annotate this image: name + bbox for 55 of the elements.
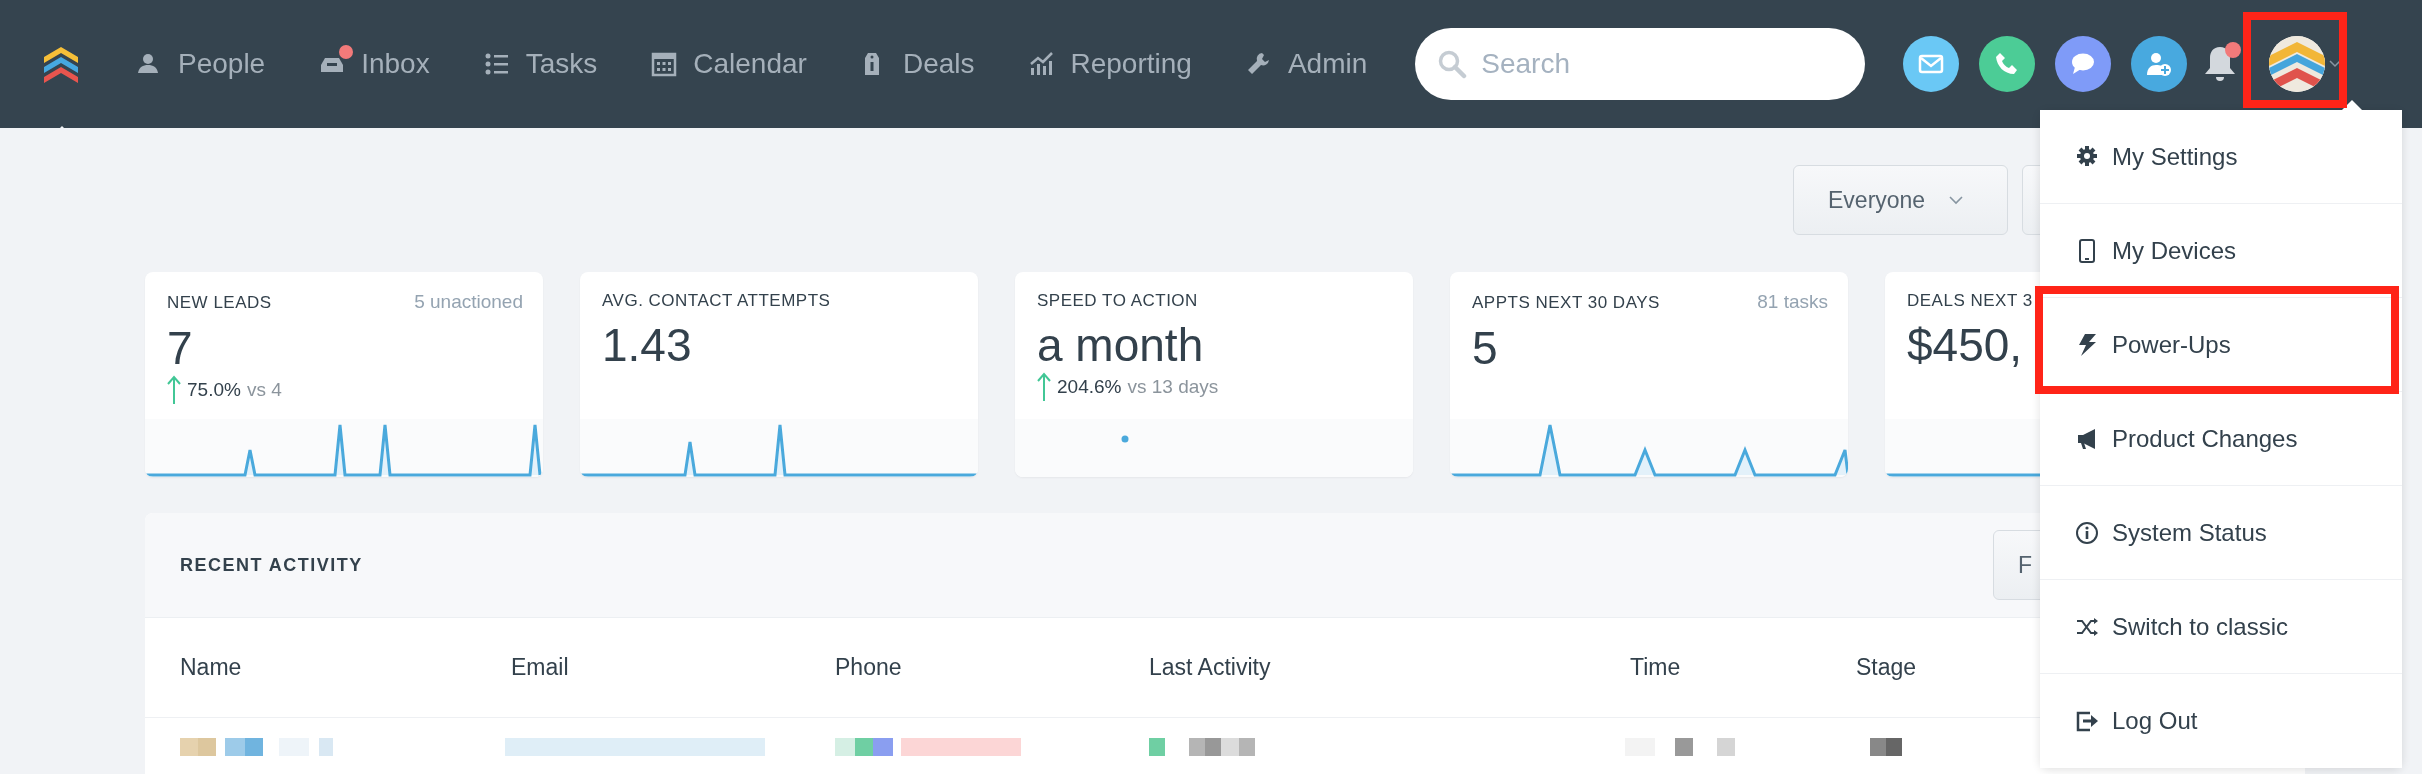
column-header: Stage (1856, 653, 1917, 683)
redacted-text (180, 738, 216, 756)
stat-value: 5 (1472, 322, 1498, 374)
stat-value: $450, (1907, 319, 2023, 371)
up-arrow-icon (167, 375, 181, 406)
column-header: Phone (835, 653, 902, 683)
nav-link[interactable]: Tasks (483, 43, 598, 85)
nav-link[interactable]: Admin (1245, 43, 1368, 85)
calendar-icon (651, 51, 678, 77)
menu-item[interactable]: Product Changes (2040, 392, 2402, 486)
menu-item[interactable]: My Devices (2040, 204, 2402, 298)
add-person-icon (2146, 51, 2173, 77)
info-icon (2076, 520, 2100, 545)
nav-link[interactable]: People (136, 43, 266, 85)
nav-link[interactable]: Inbox (319, 43, 430, 85)
bell-icon[interactable] (2203, 44, 2238, 84)
stat-note: 81 tasks (1757, 290, 1828, 314)
menu-item[interactable]: My Settings (2040, 110, 2402, 204)
stat-value: a month (1037, 319, 1204, 371)
stat-value: 1.43 (602, 319, 692, 371)
menu-item[interactable]: Switch to classic (2040, 580, 2402, 674)
menu-item[interactable]: System Status (2040, 486, 2402, 580)
caret-icon (2329, 60, 2342, 68)
menu-item[interactable]: Log Out (2040, 674, 2402, 768)
redacted-text (1870, 738, 1902, 756)
stat-comparison: vs 13 days (1127, 374, 1219, 399)
stat-comparison: vs 4 (246, 377, 282, 402)
panel-title: RECENT ACTIVITY (180, 553, 363, 577)
chart-icon (1028, 51, 1055, 77)
sparkline (1121, 435, 1129, 443)
nav-link[interactable]: Deals (860, 43, 975, 85)
stat-change: 204.6% (1057, 374, 1122, 399)
search-field[interactable]: Search (1415, 28, 1866, 100)
column-header: Time (1630, 653, 1681, 683)
dropdown-button[interactable]: Everyone (1793, 165, 2008, 235)
stat-title: AVG. CONTACT ATTEMPTS (602, 290, 831, 312)
chat-bubble-icon (2070, 51, 2097, 77)
nav-link[interactable]: Calendar (651, 43, 807, 85)
column-header: Email (511, 653, 569, 683)
nav-link[interactable]: Reporting (1028, 43, 1192, 85)
stat-note: 5 unactioned (414, 290, 523, 314)
stat-title: DEALS NEXT 3 (1907, 290, 2033, 312)
stat-title: NEW LEADS (167, 291, 272, 314)
list-icon (483, 51, 510, 77)
gear-icon (2076, 144, 2100, 169)
column-header: Last Activity (1149, 653, 1271, 683)
stat-change: 75.0% (187, 377, 241, 402)
chevron-down-icon (1949, 195, 1964, 205)
column-header: Name (180, 653, 242, 683)
search-icon (1437, 49, 1468, 79)
stat-title: APPTS NEXT 30 DAYS (1472, 291, 1660, 314)
up-arrow-icon (1037, 372, 1051, 403)
log-out-icon (2076, 709, 2100, 733)
stat-value: 7 (167, 322, 193, 374)
stat-title: SPEED TO ACTION (1037, 290, 1198, 312)
